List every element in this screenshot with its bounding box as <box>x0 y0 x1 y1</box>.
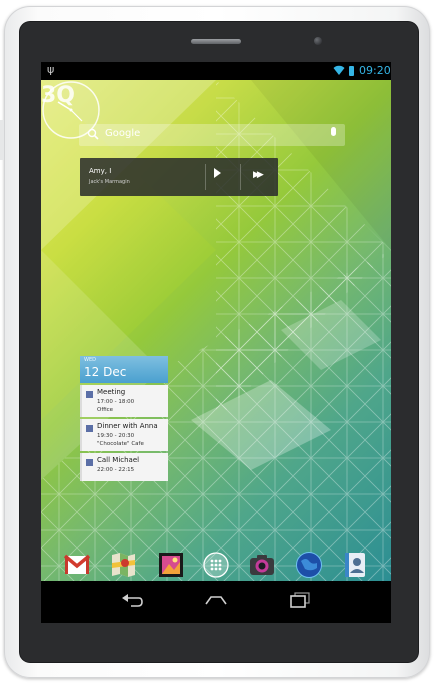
side-button <box>0 120 4 160</box>
calendar-date: 12 Dec <box>84 365 127 379</box>
calendar-header: WED 12 Dec <box>80 356 168 383</box>
front-camera <box>314 37 322 45</box>
gallery-icon[interactable] <box>157 551 185 579</box>
contacts-icon[interactable] <box>341 551 369 579</box>
music-separator <box>240 164 241 190</box>
mic-icon[interactable] <box>331 127 336 136</box>
calendar-event[interactable]: Dinner with Anna 19:30 - 20:30 "Chocolat… <box>80 419 168 451</box>
navigation-bar <box>41 581 391 623</box>
brand-logo: 3Q <box>41 83 75 108</box>
gmail-icon[interactable] <box>63 551 91 579</box>
event-title: Call Michael <box>97 456 140 464</box>
play-icon[interactable] <box>214 168 221 178</box>
wifi-icon <box>333 65 345 75</box>
event-color-marker <box>86 425 93 432</box>
wallpaper: Google Amy, I Jack's Marmagin ▶▶ 3Q WED … <box>41 80 391 581</box>
status-time: 09:20 <box>359 64 391 77</box>
music-widget[interactable]: Amy, I Jack's Marmagin ▶▶ <box>80 158 278 196</box>
event-time: 17:00 - 18:00 <box>97 399 135 405</box>
event-color-marker <box>86 459 93 466</box>
calendar-event[interactable]: Call Michael 22:00 - 22:15 <box>80 453 168 481</box>
calendar-widget[interactable]: WED 12 Dec Meeting 17:00 - 18:00 Office … <box>80 356 168 483</box>
search-label: Google <box>105 128 141 139</box>
home-icon[interactable] <box>205 594 227 606</box>
speaker-grille <box>191 39 241 44</box>
event-title: Dinner with Anna <box>97 422 158 430</box>
status-bar[interactable]: ψ 09:20 <box>41 62 391 80</box>
event-location: "Chocolate" Cafe <box>97 441 144 447</box>
event-color-marker <box>86 391 93 398</box>
google-search-bar[interactable]: Google <box>79 124 345 146</box>
camera-icon[interactable] <box>248 551 276 579</box>
music-track: Jack's Marmagin <box>89 179 130 185</box>
usb-icon: ψ <box>47 63 55 76</box>
back-icon[interactable] <box>121 592 143 608</box>
recent-apps-icon[interactable] <box>290 592 310 608</box>
screen: ψ 09:20 Google Amy, I Jack's Marmagin ▶▶… <box>41 62 391 623</box>
all-apps-icon[interactable] <box>202 551 230 579</box>
maps-icon[interactable] <box>109 551 137 579</box>
svg-text:3Q: 3Q <box>41 83 75 108</box>
music-artist: Amy, I <box>89 167 112 175</box>
calendar-day: WED <box>84 357 96 363</box>
calendar-event[interactable]: Meeting 17:00 - 18:00 Office <box>80 385 168 417</box>
event-time: 22:00 - 22:15 <box>97 467 135 473</box>
event-time: 19:30 - 20:30 <box>97 433 135 439</box>
wallpaper-pattern <box>41 80 391 581</box>
battery-icon <box>349 66 354 76</box>
next-icon[interactable]: ▶▶ <box>253 170 264 180</box>
event-title: Meeting <box>97 388 126 396</box>
music-separator <box>205 164 206 190</box>
browser-icon[interactable] <box>295 551 323 579</box>
event-location: Office <box>97 407 114 413</box>
